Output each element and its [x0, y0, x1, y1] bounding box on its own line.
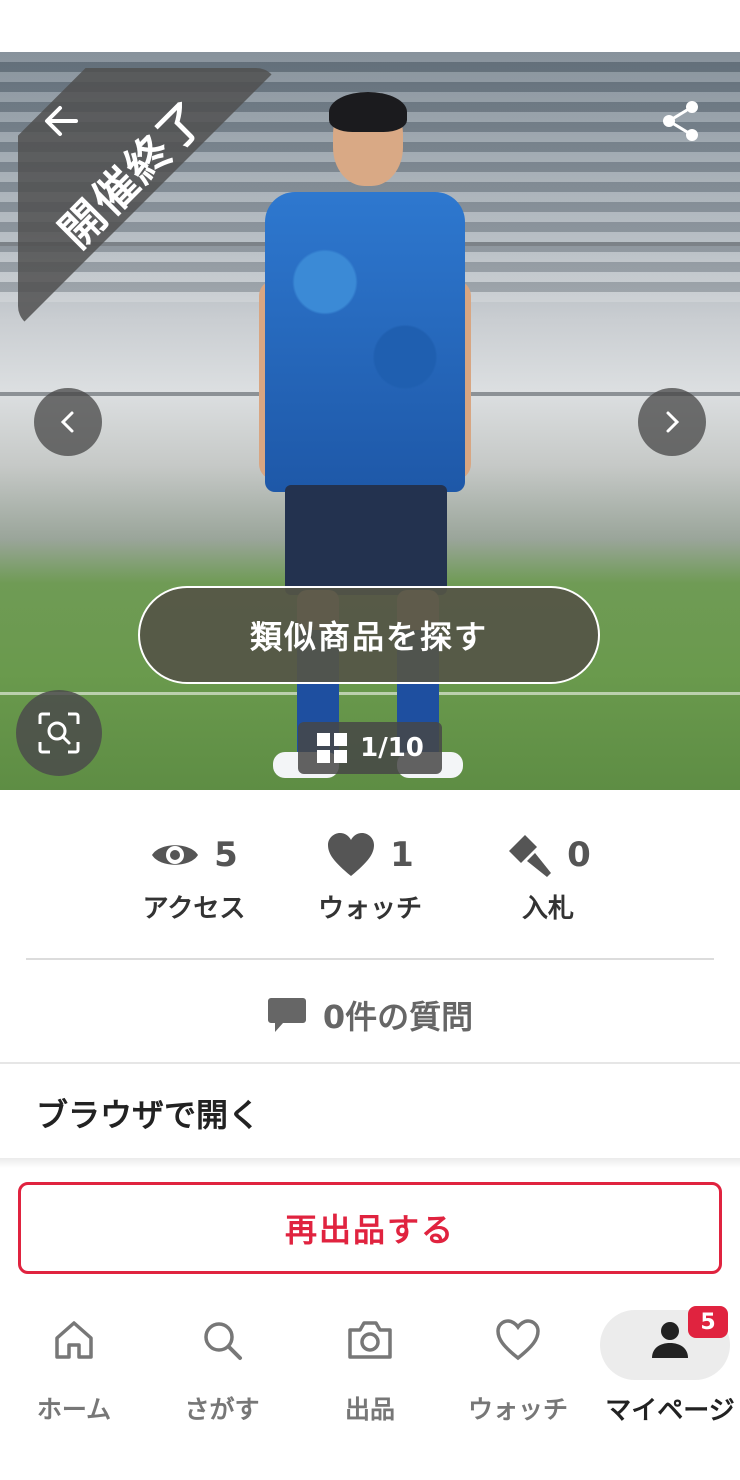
heart-icon — [496, 1319, 540, 1361]
image-counter[interactable]: 1/10 — [298, 722, 442, 774]
chevron-right-icon — [666, 411, 680, 433]
previous-image-button[interactable] — [34, 388, 102, 456]
image-search-button[interactable] — [16, 690, 102, 776]
nav-label: ホーム — [36, 1395, 112, 1424]
bottom-nav: ホーム さがす 出品 ウォッチ 5 マイページ — [0, 1290, 740, 1480]
back-button[interactable] — [36, 96, 86, 146]
lens-search-icon — [38, 712, 80, 754]
nav-watch[interactable]: ウォッチ — [444, 1300, 592, 1430]
notification-badge: 5 — [688, 1306, 728, 1338]
stat-label: 入札 — [521, 894, 574, 924]
divider — [26, 958, 714, 960]
comment-icon — [267, 998, 306, 1032]
status-bar — [0, 0, 740, 52]
divider — [0, 1062, 740, 1064]
nav-mypage[interactable]: 5 マイページ — [596, 1300, 740, 1430]
nav-label: ウォッチ — [467, 1395, 568, 1424]
gavel-icon — [509, 835, 552, 877]
camera-icon — [348, 1321, 392, 1359]
image-counter-text: 1/10 — [360, 733, 424, 763]
chevron-left-icon — [60, 411, 74, 433]
find-similar-button[interactable]: 類似商品を探す — [138, 586, 600, 684]
questions-link[interactable]: 0件の質問 — [0, 975, 740, 1055]
nav-label: さがす — [184, 1395, 260, 1424]
person-icon — [652, 1322, 688, 1358]
questions-label: 0件の質問 — [322, 998, 474, 1036]
stat-value: 5 — [214, 835, 238, 875]
eye-icon — [152, 845, 199, 865]
stat-label: ウォッチ — [317, 894, 422, 924]
stat-bids: 0 入札 — [458, 832, 638, 925]
nav-label: マイページ — [605, 1396, 735, 1426]
share-icon — [663, 101, 698, 141]
nav-search[interactable]: さがす — [148, 1300, 296, 1430]
share-button[interactable] — [656, 96, 706, 146]
next-image-button[interactable] — [638, 388, 706, 456]
home-icon — [55, 1321, 93, 1359]
nav-label: 出品 — [344, 1395, 395, 1424]
search-icon — [204, 1322, 242, 1360]
heart-icon — [328, 833, 375, 876]
stat-watch: 1 ウォッチ — [280, 832, 460, 925]
nav-sell[interactable]: 出品 — [296, 1300, 444, 1430]
nav-home[interactable]: ホーム — [0, 1300, 148, 1430]
open-in-browser-link[interactable]: ブラウザで開く — [36, 1090, 260, 1136]
stat-access: 5 アクセス — [104, 832, 284, 925]
stat-value: 1 — [390, 835, 414, 875]
bottom-shadow — [0, 1158, 740, 1168]
stat-label: アクセス — [142, 894, 246, 924]
stats-row: 5 アクセス 1 ウォッチ 0 入札 — [0, 820, 740, 940]
arrow-left-icon — [45, 106, 78, 136]
grid-icon — [317, 733, 348, 763]
stat-value: 0 — [567, 835, 591, 875]
relist-button[interactable]: 再出品する — [18, 1182, 722, 1274]
